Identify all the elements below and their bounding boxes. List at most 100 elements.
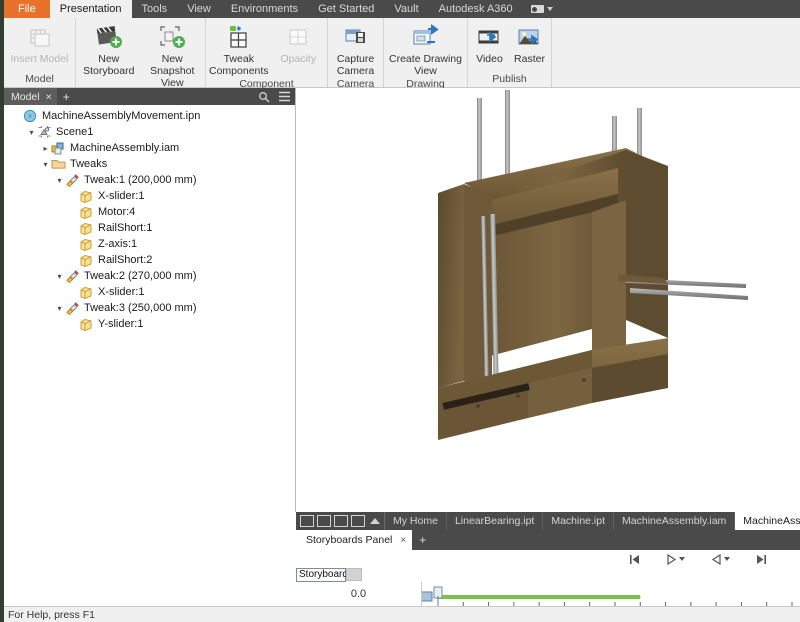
horizontal-split-icon[interactable] [334,515,348,527]
capture-camera-button[interactable]: Capture Camera [330,21,381,77]
tree-node[interactable]: ▾ Tweaks [6,156,295,172]
browser-tab-add-button[interactable]: + [57,90,76,104]
capture-camera-label: Capture Camera [336,53,375,77]
new-storyboard-label: New Storyboard [83,53,135,77]
doc-tab-machine[interactable]: Machine.ipt [543,512,615,530]
play-forward-button[interactable] [666,553,685,565]
go-to-end-button[interactable] [756,554,767,565]
insert-model-button[interactable]: Insert Model [9,21,71,65]
tree-node[interactable]: ▾ Scene1 [6,124,295,140]
menu-item-presentation[interactable]: Presentation [49,0,132,18]
timeline-wrap: 0.0 01234567891011121314 [296,582,800,622]
panel-tab-storyboards-label: Storyboards Panel [306,534,393,546]
collapse-up-icon[interactable] [370,518,380,524]
tree-node[interactable]: RailShort:2 [6,252,295,268]
component-icon [79,317,95,331]
menu-spacer [561,0,800,18]
raster-button[interactable]: Raster [511,21,549,65]
panel-tab-add-button[interactable]: + [412,530,433,550]
main-body: Model × + MachineAssemblyMovement.ipn ▾ Sc… [4,88,800,512]
tweak-components-icon [225,22,253,52]
tree-node[interactable]: X-slider:1 [6,284,295,300]
tree-node-label: RailShort:2 [98,254,153,266]
menu-item-vault[interactable]: Vault [384,0,428,18]
tree-node[interactable]: ▸ MachineAssembly.iam [6,140,295,156]
tree-node[interactable]: ▾ Tweak:1 (200,000 mm) [6,172,295,188]
menu-item-view[interactable]: View [177,0,221,18]
menu-item-environments[interactable]: Environments [221,0,308,18]
timeline-track[interactable]: 01234567891011121314 [420,582,800,622]
menu-item-autodesk-a360[interactable]: Autodesk A360 [429,0,523,18]
chevron-down-icon[interactable]: ▾ [54,176,65,185]
component-icon [79,285,95,299]
tile-windows-icon[interactable] [300,515,314,527]
chevron-down-icon [546,7,553,11]
new-storyboard-button[interactable]: New Storyboard [78,21,140,77]
3d-viewport[interactable] [296,88,800,512]
tree-node[interactable]: ▾ Tweak:2 (270,000 mm) [6,268,295,284]
video-label: Video [476,53,503,65]
chevron-down-icon[interactable] [724,557,730,561]
tweak-icon [65,301,81,316]
raster-label: Raster [514,53,545,65]
close-icon[interactable]: × [400,535,406,546]
tweak-components-button[interactable]: Tweak Components [208,21,270,77]
chevron-down-icon[interactable]: ▾ [54,272,65,281]
folder-icon [51,157,67,171]
opacity-button[interactable]: Opacity [272,21,325,65]
component-icon [79,205,95,219]
new-snapshot-view-label: New Snapshot View [150,53,195,89]
chevron-down-icon[interactable]: ▾ [40,160,51,169]
timecode-area: 0.0 [296,582,422,606]
menu-item-get-started[interactable]: Get Started [308,0,384,18]
tweak-icon [65,173,81,188]
menu-item-tools[interactable]: Tools [132,0,178,18]
video-button[interactable]: Video [471,21,509,65]
snapshot-marker-icon [420,591,433,602]
ipn-document-icon [23,109,39,123]
storyboard-add-icon[interactable] [346,568,362,581]
browser-tab-model[interactable]: Model × [4,88,57,105]
tree-node[interactable]: Z-axis:1 [6,236,295,252]
tree-node-label: X-slider:1 [98,190,145,202]
new-snapshot-view-icon [158,22,186,52]
tree-node-label: Tweak:3 (250,000 mm) [84,302,197,314]
chevron-down-icon[interactable] [679,557,685,561]
chevron-down-icon[interactable]: ▾ [54,304,65,313]
doc-tab-machineassembly[interactable]: MachineAssembly.iam [614,512,736,530]
grid-split-icon[interactable] [317,515,331,527]
tree-node[interactable]: X-slider:1 [6,188,295,204]
tree-node[interactable]: MachineAssemblyMovement.ipn [6,108,295,124]
search-icon[interactable] [254,91,274,103]
timecode-value: 0.0 [350,588,367,600]
doc-tab-linearbearing[interactable]: LinearBearing.ipt [447,512,544,530]
a360-account-menu[interactable] [523,0,561,18]
play-reverse-button[interactable] [711,553,730,565]
hamburger-menu-icon[interactable] [274,91,295,102]
close-icon[interactable]: × [46,91,52,103]
storyboard-name-field[interactable]: Storyboard1 [296,568,353,582]
tree-node[interactable]: ▾ Tweak:3 (250,000 mm) [6,300,295,316]
go-to-start-button[interactable] [629,554,640,565]
chevron-right-icon[interactable]: ▸ [40,144,51,153]
create-drawing-view-button[interactable]: Create Drawing View [387,21,465,77]
model-browser-panel: Model × + MachineAssemblyMovement.ipn ▾ Sc… [4,88,296,512]
vertical-split-icon[interactable] [351,515,365,527]
doc-tab-machineassemblymovement[interactable]: MachineAssembl... [735,512,800,530]
document-tab-bar: My Home LinearBearing.ipt Machine.ipt Ma… [296,512,800,530]
new-snapshot-view-button[interactable]: New Snapshot View [142,21,204,89]
chevron-down-icon[interactable]: ▾ [26,128,37,137]
tree-node-label: Tweak:2 (270,000 mm) [84,270,197,282]
menu-item-file[interactable]: File [4,0,50,18]
tree-node[interactable]: Motor:4 [6,204,295,220]
tree-node-label: Tweaks [70,158,108,170]
doc-tab-my-home[interactable]: My Home [385,512,447,530]
tree-node-label: MachineAssembly.iam [70,142,180,154]
tree-node[interactable]: Y-slider:1 [6,316,295,332]
ribbon-panel-camera: Capture Camera Camera [328,18,384,90]
ribbon-panel-title-publish: Publish [492,73,527,85]
cnc-machine-model [438,90,748,440]
opacity-icon [284,22,312,52]
panel-tab-storyboards[interactable]: Storyboards Panel × [296,530,413,550]
tree-node[interactable]: RailShort:1 [6,220,295,236]
